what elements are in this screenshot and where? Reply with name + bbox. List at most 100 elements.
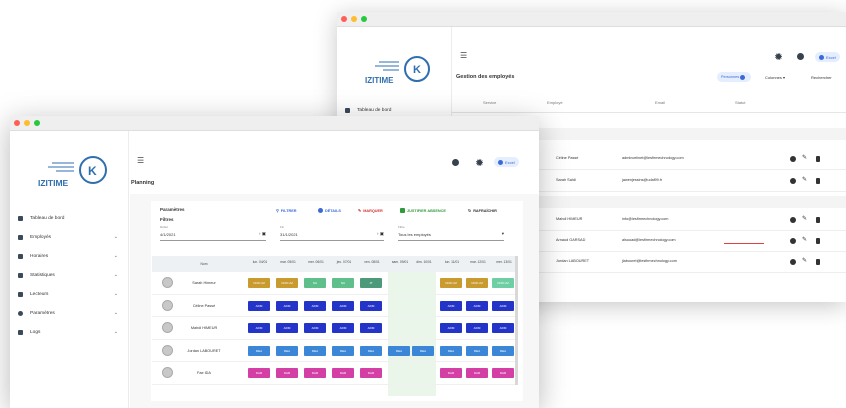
schedule-chip[interactable]: ADM	[276, 323, 298, 333]
mark-button[interactable]: ✎ MARQUER	[358, 208, 383, 214]
schedule-chip[interactable]: ADM	[360, 323, 382, 333]
schedule-chip[interactable]: ADM	[360, 300, 382, 311]
close-window-button[interactable]	[14, 120, 20, 126]
filter-button[interactable]: ⚲ FILTRER	[276, 208, 297, 214]
columns-button[interactable]: Colonnes ▾	[765, 75, 785, 80]
schedule-chip[interactable]: DAR	[276, 368, 298, 378]
language-icon[interactable]	[452, 159, 459, 166]
employee-filter-select[interactable]: Filtre Tous les employés ▾	[398, 225, 504, 241]
maximize-window-button[interactable]	[361, 16, 367, 22]
delete-icon[interactable]	[816, 156, 820, 162]
schedule-chip[interactable]: REA	[412, 345, 434, 356]
sidebar-item-settings[interactable]: Paramètres ⌄	[10, 306, 128, 320]
menu-icon[interactable]: ☰	[460, 51, 467, 60]
language-icon[interactable]	[797, 53, 804, 60]
edit-icon[interactable]: ✎	[802, 176, 808, 183]
schedule-chip[interactable]: ADM	[304, 323, 326, 333]
schedule-chip[interactable]: ADM	[492, 300, 514, 311]
schedule-chip[interactable]: ADM	[492, 323, 514, 333]
schedule-chip[interactable]: ADM	[466, 300, 488, 311]
start-date-field[interactable]: Début 4/1/2021 › ▣	[160, 225, 266, 241]
schedule-chip[interactable]: REA	[360, 345, 382, 356]
schedule-chip[interactable]: DAR	[466, 368, 488, 378]
close-window-button[interactable]	[341, 16, 347, 22]
planning-row[interactable]: Fae IDA DAR DAR DAR DAR DAR DAR DAR DAR	[152, 362, 518, 385]
delete-icon[interactable]	[816, 178, 820, 184]
planning-row[interactable]: Jordan LABOURET REA REA REA REA REA REA REA REA R…	[152, 340, 518, 362]
planning-row[interactable]: Sarah Himeur CDR LM CDR LM NU NU JT CDR LM CDR …	[152, 272, 518, 295]
settings-icon[interactable]	[476, 159, 483, 166]
schedule-chip[interactable]: REA	[332, 345, 354, 356]
sidebar-item-statistics[interactable]: Statistiques ⌄	[10, 268, 128, 282]
column-header-service[interactable]: Service	[483, 100, 496, 105]
planning-row[interactable]: Céline Passé ADM ADM ADM ADM ADM ADM ADM ADM	[152, 295, 518, 317]
schedule-chip[interactable]: CDR LM	[276, 278, 298, 288]
delete-icon[interactable]	[816, 259, 820, 265]
schedule-chip[interactable]: ADM	[440, 300, 462, 311]
details-button[interactable]: DÉTAILS	[318, 208, 341, 213]
sidebar-item-employees[interactable]: Employés ⌄	[10, 230, 128, 244]
schedule-chip[interactable]: CDR LM	[440, 278, 462, 288]
schedule-chip[interactable]: ADM	[304, 300, 326, 311]
edit-icon[interactable]: ✎	[802, 215, 808, 222]
excel-export-button[interactable]: Excel	[494, 157, 519, 167]
schedule-chip[interactable]: DAR	[304, 368, 326, 378]
schedule-chip[interactable]: REA	[276, 345, 298, 356]
view-icon[interactable]	[790, 259, 796, 265]
schedule-chip[interactable]: REA	[248, 345, 270, 356]
edit-icon[interactable]: ✎	[802, 154, 808, 161]
delete-icon[interactable]	[816, 238, 820, 244]
end-date-field[interactable]: Fin 31/1/2021 › ▣	[280, 225, 384, 241]
calendar-icon[interactable]: › ▣	[259, 231, 266, 237]
menu-icon[interactable]: ☰	[137, 156, 144, 165]
schedule-chip[interactable]: REA	[304, 345, 326, 356]
schedule-chip[interactable]: REA	[492, 345, 514, 356]
settings-icon[interactable]	[775, 53, 782, 60]
schedule-chip[interactable]: NU	[332, 278, 354, 288]
schedule-chip[interactable]: ADM	[466, 323, 488, 333]
view-icon[interactable]	[790, 156, 796, 162]
schedule-chip[interactable]: DAR	[248, 368, 270, 378]
schedule-chip[interactable]: CDR LM	[248, 278, 270, 288]
schedule-chip[interactable]: NU	[304, 278, 326, 288]
search-button[interactable]: Rechercher	[811, 75, 832, 80]
edit-icon[interactable]: ✎	[802, 257, 808, 264]
column-header-email[interactable]: Email	[655, 100, 665, 105]
excel-export-button[interactable]: Excel	[815, 52, 840, 62]
planning-row[interactable]: Mahdi HIMEUR ADM ADM ADM ADM ADM ADM ADM ADM	[152, 317, 518, 340]
schedule-chip[interactable]: ADM	[440, 323, 462, 333]
schedule-chip[interactable]: ADM	[332, 300, 354, 311]
edit-icon[interactable]: ✎	[802, 236, 808, 243]
schedule-chip[interactable]: REA	[388, 345, 410, 356]
schedule-chip[interactable]: ADM	[276, 300, 298, 311]
schedule-chip[interactable]: CDR LM	[466, 278, 488, 288]
view-icon[interactable]	[790, 217, 796, 223]
minimize-window-button[interactable]	[24, 120, 30, 126]
schedule-chip[interactable]: DAR	[492, 368, 514, 378]
calendar-icon[interactable]: › ▣	[377, 231, 384, 237]
view-icon[interactable]	[790, 178, 796, 184]
schedule-chip[interactable]: ADM	[332, 323, 354, 333]
schedule-chip[interactable]: REA	[466, 345, 488, 356]
view-icon[interactable]	[790, 238, 796, 244]
schedule-chip[interactable]: CDR LM	[492, 278, 514, 288]
sidebar-item-logs[interactable]: Logs ⌄	[10, 325, 128, 339]
schedule-chip[interactable]: ADM	[248, 300, 270, 311]
grid-scrollbar[interactable]	[515, 256, 518, 385]
delete-icon[interactable]	[816, 217, 820, 223]
people-filter-button[interactable]: Personnes	[717, 72, 752, 82]
schedule-chip[interactable]: ADM	[248, 323, 270, 333]
justify-absence-button[interactable]: JUSTIFIER ABSENCE	[400, 208, 446, 213]
schedule-chip[interactable]: DAR	[332, 368, 354, 378]
schedule-chip[interactable]: DAR	[360, 368, 382, 378]
schedule-chip[interactable]: DAR	[440, 368, 462, 378]
sidebar-item-readers[interactable]: Lecteurs ⌄	[10, 287, 128, 301]
refresh-button[interactable]: ↻ RAFRAÎCHIR	[468, 208, 497, 214]
minimize-window-button[interactable]	[351, 16, 357, 22]
sidebar-item-schedules[interactable]: Horaires ⌄	[10, 249, 128, 263]
sidebar-item-dashboard[interactable]: Tableau de bord	[337, 103, 451, 117]
schedule-chip[interactable]: JT	[360, 278, 382, 288]
column-header-employee[interactable]: Employé	[547, 100, 563, 105]
sidebar-item-dashboard[interactable]: Tableau de bord	[10, 211, 128, 225]
maximize-window-button[interactable]	[34, 120, 40, 126]
